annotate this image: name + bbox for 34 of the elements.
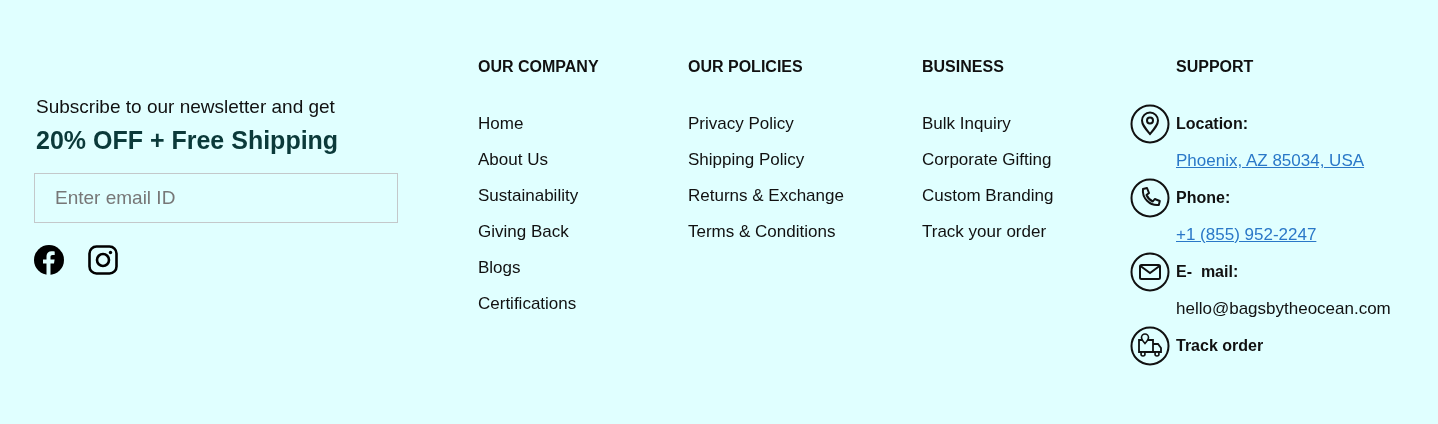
footer-link[interactable]: Privacy Policy	[688, 114, 794, 133]
footer-link[interactable]: About Us	[478, 150, 548, 169]
footer-link[interactable]: Sustainability	[478, 186, 579, 205]
contact-label: E- mail:	[1176, 263, 1240, 281]
contact-label: Location:	[1176, 115, 1249, 133]
footer-link[interactable]: Returns & Exchange	[688, 186, 844, 205]
location-pin-icon	[1130, 104, 1170, 144]
contact-link[interactable]: Phoenix, AZ 85034, USA	[1176, 144, 1365, 178]
newsletter-text: Subscribe to our newsletter and get	[36, 96, 336, 118]
footer-link[interactable]: Blogs	[478, 258, 521, 277]
contact-text: hello@bagsbytheocean.com	[1176, 298, 1391, 320]
phone-icon	[1130, 178, 1170, 218]
footer-link[interactable]: Shipping Policy	[688, 150, 805, 169]
column-heading: BUSINESS	[922, 58, 1004, 76]
envelope-icon	[1130, 252, 1170, 292]
contact-link[interactable]: +1 (855) 952-2247	[1176, 218, 1317, 252]
contact-label: Phone:	[1176, 189, 1232, 207]
footer-link[interactable]: Home	[478, 114, 524, 133]
footer-link[interactable]: Terms & Conditions	[688, 222, 836, 241]
column-heading: OUR COMPANY	[478, 58, 599, 76]
column-heading: OUR POLICIES	[688, 58, 803, 76]
facebook-icon[interactable]	[34, 245, 64, 275]
footer-link[interactable]: Bulk Inquiry	[922, 114, 1011, 133]
column-heading: SUPPORT	[1176, 58, 1254, 76]
delivery-truck-icon	[1130, 326, 1170, 366]
offer-text: 20% OFF + Free Shipping	[36, 126, 340, 155]
contact-label[interactable]: Track order	[1176, 337, 1438, 355]
footer-link[interactable]: Track your order	[922, 222, 1047, 241]
footer-link[interactable]: Custom Branding	[922, 186, 1054, 205]
footer-link[interactable]: Certifications	[478, 294, 577, 313]
footer-link[interactable]: Giving Back	[478, 222, 569, 241]
footer-link[interactable]: Corporate Gifting	[922, 150, 1052, 169]
instagram-icon[interactable]	[88, 245, 118, 275]
email-field[interactable]: Enter email ID	[34, 173, 398, 223]
